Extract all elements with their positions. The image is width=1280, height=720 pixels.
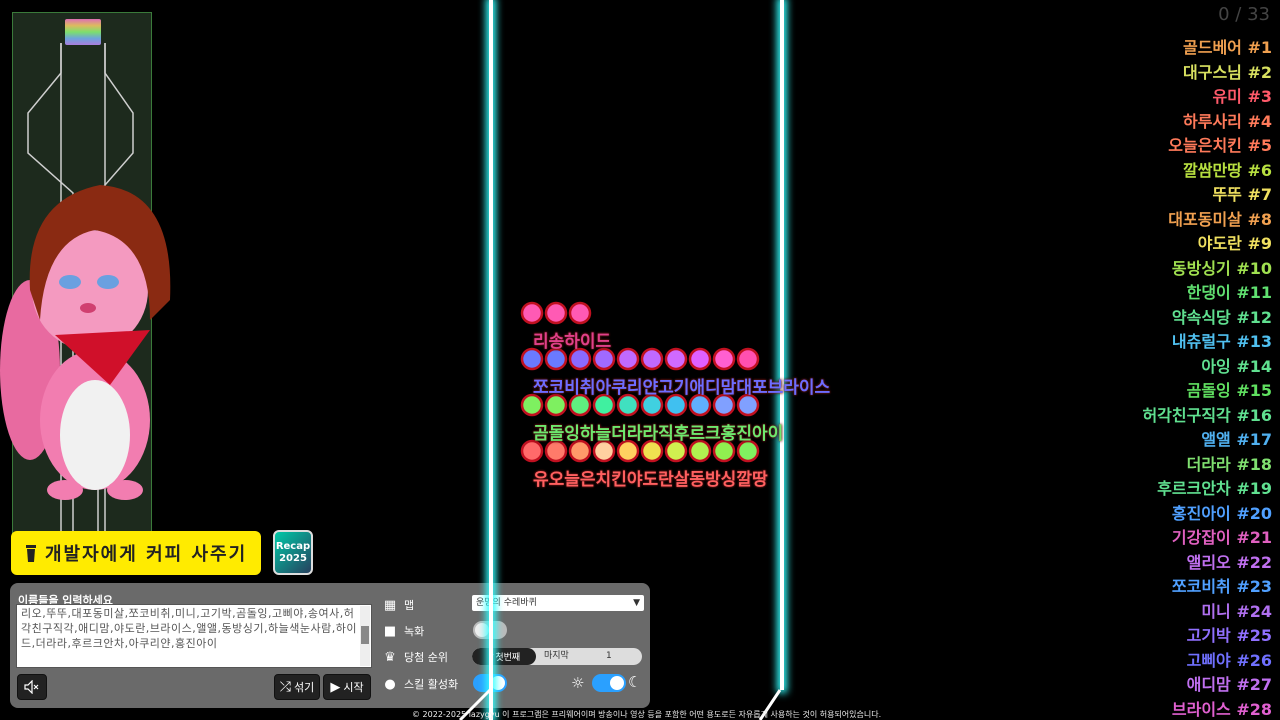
marble [712,439,736,463]
marble [592,439,616,463]
marble [688,439,712,463]
marble-board [520,301,760,463]
marble [736,393,760,417]
ranking-item: 앨리오 #22 [1186,552,1272,572]
marble [616,347,640,371]
marble [568,301,592,325]
ranking-item: 쪼코비취 #23 [1171,577,1272,596]
ranking-item: 대구스님 #2 [1183,62,1272,82]
ranking-item: 브라이스 #28 [1171,699,1272,719]
ranking-item: 고기박 #25 [1186,626,1272,645]
ranking-item: 깔쌈만땅 #6 [1183,160,1272,180]
ranking-item: 한댕이 #11 [1186,283,1272,302]
ranking-item: 아잉 #14 [1201,356,1272,376]
ranking-item: 미니 #24 [1201,601,1272,621]
marble [520,439,544,463]
board-label-1: 리송하이드 [533,332,612,352]
marble [664,347,688,371]
marble [568,393,592,417]
marble [664,393,688,417]
ranking-item: 후르크안차 #19 [1157,479,1272,498]
board-label-3: 곰돌잉하늘더라라직후르크홍진아이 [533,424,784,444]
ranking-item: 하루사리 #4 [1183,111,1272,131]
board-label-2: 쪼코비취아쿠리얀고기애디맘대포브라이스 [533,378,831,398]
ranking-item: 오늘은치킨 #5 [1168,136,1272,155]
marble [544,439,568,463]
ranking-item: 야도란 #9 [1197,234,1272,253]
marble [688,347,712,371]
marble [544,393,568,417]
ranking-item: 대포동미살 #8 [1168,209,1272,229]
marble [544,301,568,325]
progress-counter: 0 / 33 [1218,4,1270,25]
marble [568,347,592,371]
marble [616,439,640,463]
marble [568,439,592,463]
board-label-4: 유오늘은치킨야도란살동방싱깔땅 [533,470,768,490]
ranking-item: 약속식당 #12 [1171,307,1272,327]
ranking-item: 홍진아이 #20 [1171,503,1272,523]
ranking-item: 고삐야 #26 [1186,650,1272,670]
marble [712,347,736,371]
ranking-item: 허각친구직각 #16 [1142,405,1272,425]
ranking-item: 애디맘 #27 [1186,675,1272,694]
ranking-item: 기강잡이 #21 [1171,528,1272,547]
marble [544,347,568,371]
marble [592,393,616,417]
footer-copyright: © 2022-2025 lazygyu 이 프로그램은 프리웨어이며 방송이나 … [412,710,882,719]
ranking-item: 유미 #3 [1212,87,1272,106]
marble [664,439,688,463]
ranking-item: 더라라 #18 [1186,454,1272,474]
marble [712,393,736,417]
ranking-item: 내츄럴구 #13 [1171,332,1272,351]
marble [592,347,616,371]
ranking-item: 뚜뚜 #7 [1212,185,1272,204]
marble [520,347,544,371]
marble [520,393,544,417]
marble [640,347,664,371]
marble [640,393,664,417]
marble [688,393,712,417]
ranking-item: 곰돌잉 #15 [1186,381,1272,400]
marble [736,347,760,371]
marble [520,301,544,325]
marble [640,439,664,463]
marble [736,439,760,463]
marble [616,393,640,417]
ranking-item: 앨앨 #17 [1201,430,1272,449]
ranking-item: 동방싱기 #10 [1171,258,1272,278]
ranking-item: 골드베어 #1 [1183,38,1272,57]
